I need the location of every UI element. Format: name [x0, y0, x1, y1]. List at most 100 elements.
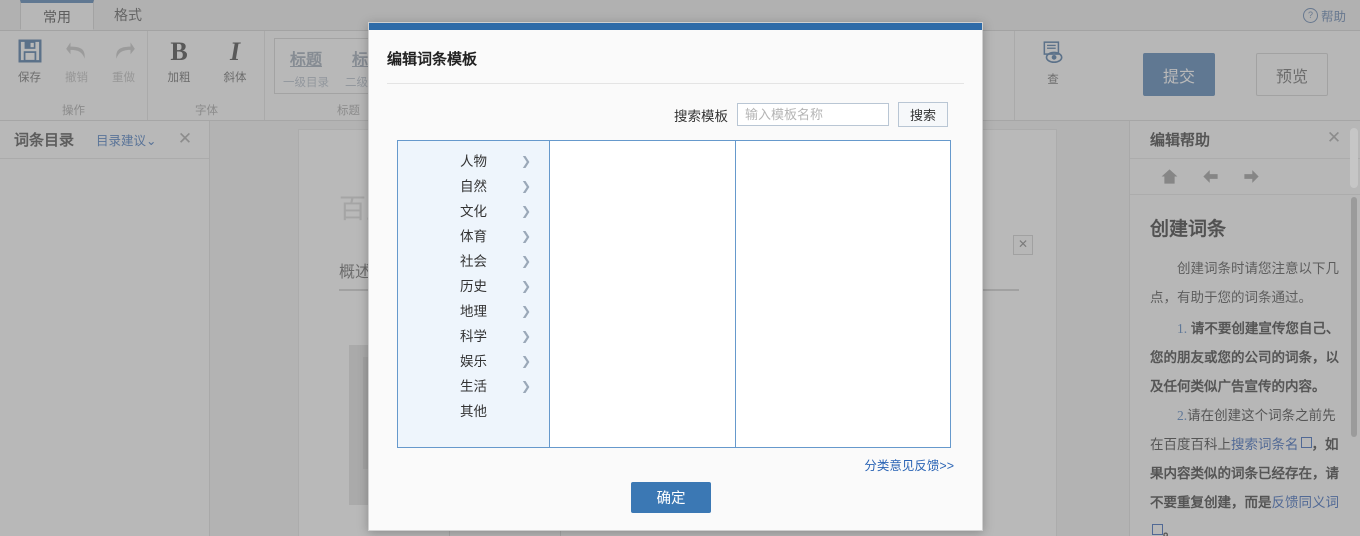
undo-label: 撤销: [65, 72, 88, 84]
review-icon: [1025, 37, 1081, 71]
edit-help-panel: 编辑帮助 ✕ 创建词条 创建词条时请您注意以下几点，有助于您的词条通过。 1.: [1129, 121, 1360, 536]
bold-button[interactable]: B 加粗: [151, 35, 207, 85]
edit-help-item-2-suffix: 。: [1163, 524, 1177, 536]
chevron-down-icon: ⌄: [146, 134, 157, 148]
chevron-right-icon: ❯: [520, 229, 531, 243]
redo-button[interactable]: 重做: [100, 35, 147, 85]
category-item-label: 文化: [460, 204, 487, 219]
category-item-label: 科学: [460, 329, 487, 344]
close-icon[interactable]: ✕: [1013, 235, 1033, 255]
tab-common[interactable]: 常用: [20, 0, 94, 30]
category-item-wenhua[interactable]: 文化 ❯: [398, 199, 549, 224]
save-button[interactable]: 保存: [6, 35, 53, 85]
edit-help-intro: 创建词条时请您注意以下几点，有助于您的词条通过。: [1150, 261, 1339, 305]
category-item-label: 地理: [460, 304, 487, 319]
external-link-icon: [1152, 524, 1163, 535]
review-button[interactable]: 查: [1025, 37, 1081, 87]
heading-level-1[interactable]: 标题 一级目录: [275, 41, 337, 91]
category-item-lishi[interactable]: 历史 ❯: [398, 274, 549, 299]
category-item-label: 自然: [460, 179, 487, 194]
category-column-3[interactable]: [736, 141, 950, 447]
category-item-dili[interactable]: 地理 ❯: [398, 299, 549, 324]
document-section-label: 概述: [339, 264, 372, 281]
category-item-qita[interactable]: 其他: [398, 399, 549, 424]
report-synonym-link[interactable]: 反馈同义词: [1272, 495, 1340, 510]
edit-help-heading: 创建词条: [1150, 219, 1227, 240]
bold-icon: B: [170, 37, 188, 66]
preview-button[interactable]: 预览: [1256, 53, 1328, 96]
chevron-right-icon: ❯: [520, 304, 531, 318]
chevron-right-icon: ❯: [520, 379, 531, 393]
category-item-ziran[interactable]: 自然 ❯: [398, 174, 549, 199]
tab-common-label: 常用: [43, 9, 71, 25]
undo-button[interactable]: 撤销: [53, 35, 100, 85]
ribbon-group-operations: 保存 撤销 重做 操作: [0, 31, 148, 120]
chevron-right-icon: ❯: [520, 329, 531, 343]
save-icon: [6, 35, 53, 69]
italic-button[interactable]: I 斜体: [207, 35, 263, 85]
template-search-row: 搜索模板 搜索: [369, 84, 982, 127]
help-panel-scrollbar[interactable]: [1351, 197, 1357, 437]
modal-accent-bar: [369, 23, 982, 30]
arrow-left-icon[interactable]: [1201, 167, 1220, 186]
template-search-input[interactable]: [737, 103, 889, 126]
edit-help-item-1-number: 1.: [1177, 321, 1188, 336]
italic-label: 斜体: [223, 72, 247, 84]
chevron-right-icon: ❯: [520, 354, 531, 368]
template-search-label: 搜索模板: [674, 108, 728, 124]
home-icon[interactable]: [1160, 167, 1179, 186]
category-feedback-link[interactable]: 分类意见反馈>>: [864, 455, 954, 474]
category-column-1: 人物 ❯ 自然 ❯ 文化 ❯ 体育 ❯ 社会 ❯ 历史 ❯ 地理 ❯ 科学 ❯ …: [398, 141, 550, 447]
review-label: 查: [1047, 74, 1059, 86]
ribbon-group-font-label: 字体: [195, 105, 218, 117]
edit-help-body: 创建词条 创建词条时请您注意以下几点，有助于您的词条通过。 1. 请不要创建宣传…: [1130, 194, 1360, 536]
chevron-right-icon: ❯: [520, 179, 531, 193]
tab-format[interactable]: 格式: [92, 0, 164, 30]
undo-icon: [53, 35, 100, 69]
category-item-label: 娱乐: [460, 354, 487, 369]
heading-level-1-small: 一级目录: [283, 77, 329, 89]
category-item-label: 历史: [460, 279, 487, 294]
category-picker: 人物 ❯ 自然 ❯ 文化 ❯ 体育 ❯ 社会 ❯ 历史 ❯ 地理 ❯ 科学 ❯ …: [397, 140, 951, 448]
chevron-right-icon: ❯: [520, 204, 531, 218]
category-item-renwu[interactable]: 人物 ❯: [398, 149, 549, 174]
category-item-shehui[interactable]: 社会 ❯: [398, 249, 549, 274]
category-item-label: 社会: [460, 254, 487, 269]
tab-format-label: 格式: [114, 7, 142, 23]
category-item-kexue[interactable]: 科学 ❯: [398, 324, 549, 349]
confirm-button[interactable]: 确定: [631, 482, 711, 513]
chevron-right-icon: ❯: [520, 254, 531, 268]
category-item-yule[interactable]: 娱乐 ❯: [398, 349, 549, 374]
italic-icon: I: [229, 37, 241, 66]
category-item-label: 体育: [460, 229, 487, 244]
close-icon[interactable]: ✕: [1326, 129, 1342, 146]
heading-level-1-big: 标题: [289, 52, 322, 69]
help-label: 帮助: [1320, 10, 1346, 24]
template-search-button[interactable]: 搜索: [898, 102, 948, 127]
ribbon-group-font: B 加粗 I 斜体 字体: [149, 31, 265, 120]
app-window: 常用 格式 ? 帮助 保存 撤销 重做 操作 B 加粗 I 斜体 字体 标题 一…: [0, 0, 1360, 536]
edit-help-nav: [1130, 159, 1360, 195]
edit-help-item-1: 1. 请不要创建宣传您自己、您的朋友或您的公司的词条，以及任何类似广告宣传的内容…: [1150, 314, 1340, 401]
chevron-right-icon: ❯: [520, 279, 531, 293]
close-icon[interactable]: ✕: [177, 130, 193, 147]
bold-label: 加粗: [167, 72, 191, 84]
category-item-shenghuo[interactable]: 生活 ❯: [398, 374, 549, 399]
category-item-tiyu[interactable]: 体育 ❯: [398, 224, 549, 249]
search-entry-name-link[interactable]: 搜索词条名: [1231, 437, 1299, 452]
chevron-right-icon: ❯: [520, 154, 531, 168]
question-circle-icon: ?: [1302, 8, 1318, 23]
help-button[interactable]: ? 帮助: [1302, 6, 1346, 25]
save-label: 保存: [18, 72, 41, 84]
edit-help-item-2: 2.请在创建这个词条之前先在百度百科上搜索词条名 ，如果内容类似的词条已经存在，请…: [1150, 401, 1340, 536]
outline-suggestion-link[interactable]: 目录建议⌄: [96, 130, 157, 149]
redo-label: 重做: [112, 72, 135, 84]
arrow-right-icon[interactable]: [1242, 167, 1261, 186]
modal-title: 编辑词条模板: [387, 51, 478, 68]
category-item-label: 人物: [460, 154, 487, 169]
ribbon-right-commands: 查 提交 预览: [1014, 31, 1360, 120]
category-column-2[interactable]: [550, 141, 736, 447]
entry-outline-panel: 词条目录 目录建议⌄ ✕: [0, 121, 210, 536]
submit-button[interactable]: 提交: [1143, 53, 1215, 96]
page-scrollbar[interactable]: [1350, 128, 1358, 188]
